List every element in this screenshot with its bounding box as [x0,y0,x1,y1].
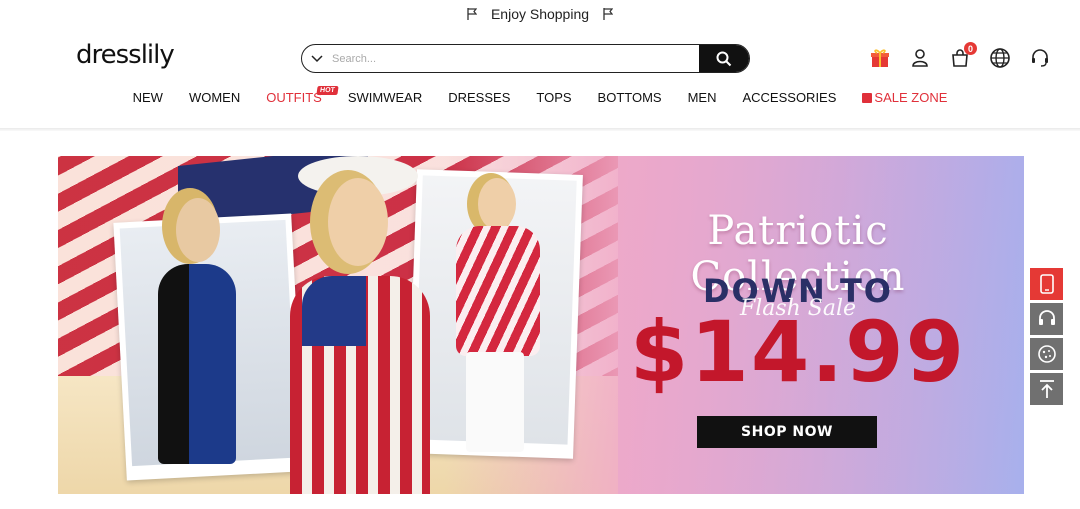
flag-icon [603,8,614,20]
side-toolbar [1030,268,1063,408]
nav-item-men[interactable]: MEN [675,90,730,105]
nav-item-outfits-label: OUTFITS [266,90,322,105]
nav-item-bottoms[interactable]: BOTTOMS [585,90,675,105]
model-2-outfit-stars [302,276,366,346]
header-icons: 0 [868,42,1052,70]
search-button[interactable] [699,45,749,72]
nav-item-dresses[interactable]: DRESSES [435,90,523,105]
nav-item-sale-zone[interactable]: SALE ZONE [849,90,960,105]
headset-icon[interactable] [1030,303,1063,335]
search-icon [716,51,732,66]
globe-icon[interactable] [988,46,1012,70]
chevron-down-icon[interactable] [302,45,332,72]
announcement-text: Enjoy Shopping [490,6,590,22]
model-3-pants [466,352,524,452]
header-divider [0,128,1080,131]
site-header: dresslily 0 [0,28,1080,90]
nav-item-sale-zone-label: SALE ZONE [874,90,948,105]
model-1-head [176,198,220,262]
nav-item-accessories[interactable]: ACCESSORIES [729,90,849,105]
headset-icon[interactable] [1028,46,1052,70]
gift-icon[interactable] [868,46,892,70]
model-2-head [328,178,388,266]
announcement-bar: Enjoy Shopping [0,0,1080,28]
sale-tag-icon [862,93,873,103]
nav-item-tops[interactable]: TOPS [523,90,584,105]
shop-now-button[interactable]: SHOP NOW [697,416,877,448]
model-1-outfit [158,264,236,464]
hero-banner[interactable]: Patriotic Collection DOWN TO Flash Sale … [58,156,1024,494]
main-nav: NEW WOMEN OUTFITS HOT SWIMWEAR DRESSES TO… [0,86,1080,112]
model-3-head [478,178,516,230]
cookie-icon[interactable] [1030,338,1063,370]
nav-item-women[interactable]: WOMEN [176,90,253,105]
nav-item-outfits[interactable]: OUTFITS HOT [253,86,339,105]
search-bar [301,44,750,73]
back-to-top-icon[interactable] [1030,373,1063,405]
model-3-outfit [456,226,540,356]
nav-item-new[interactable]: NEW [120,90,176,105]
user-icon[interactable] [908,46,932,70]
flag-icon [467,8,477,20]
phone-icon[interactable] [1030,268,1063,300]
banner-price: $14.99 [629,303,967,401]
logo[interactable]: dresslily [76,40,175,70]
cart-icon[interactable]: 0 [948,42,977,70]
search-input[interactable] [332,45,699,72]
nav-item-swimwear[interactable]: SWIMWEAR [335,90,435,105]
cart-count-badge: 0 [964,42,977,55]
